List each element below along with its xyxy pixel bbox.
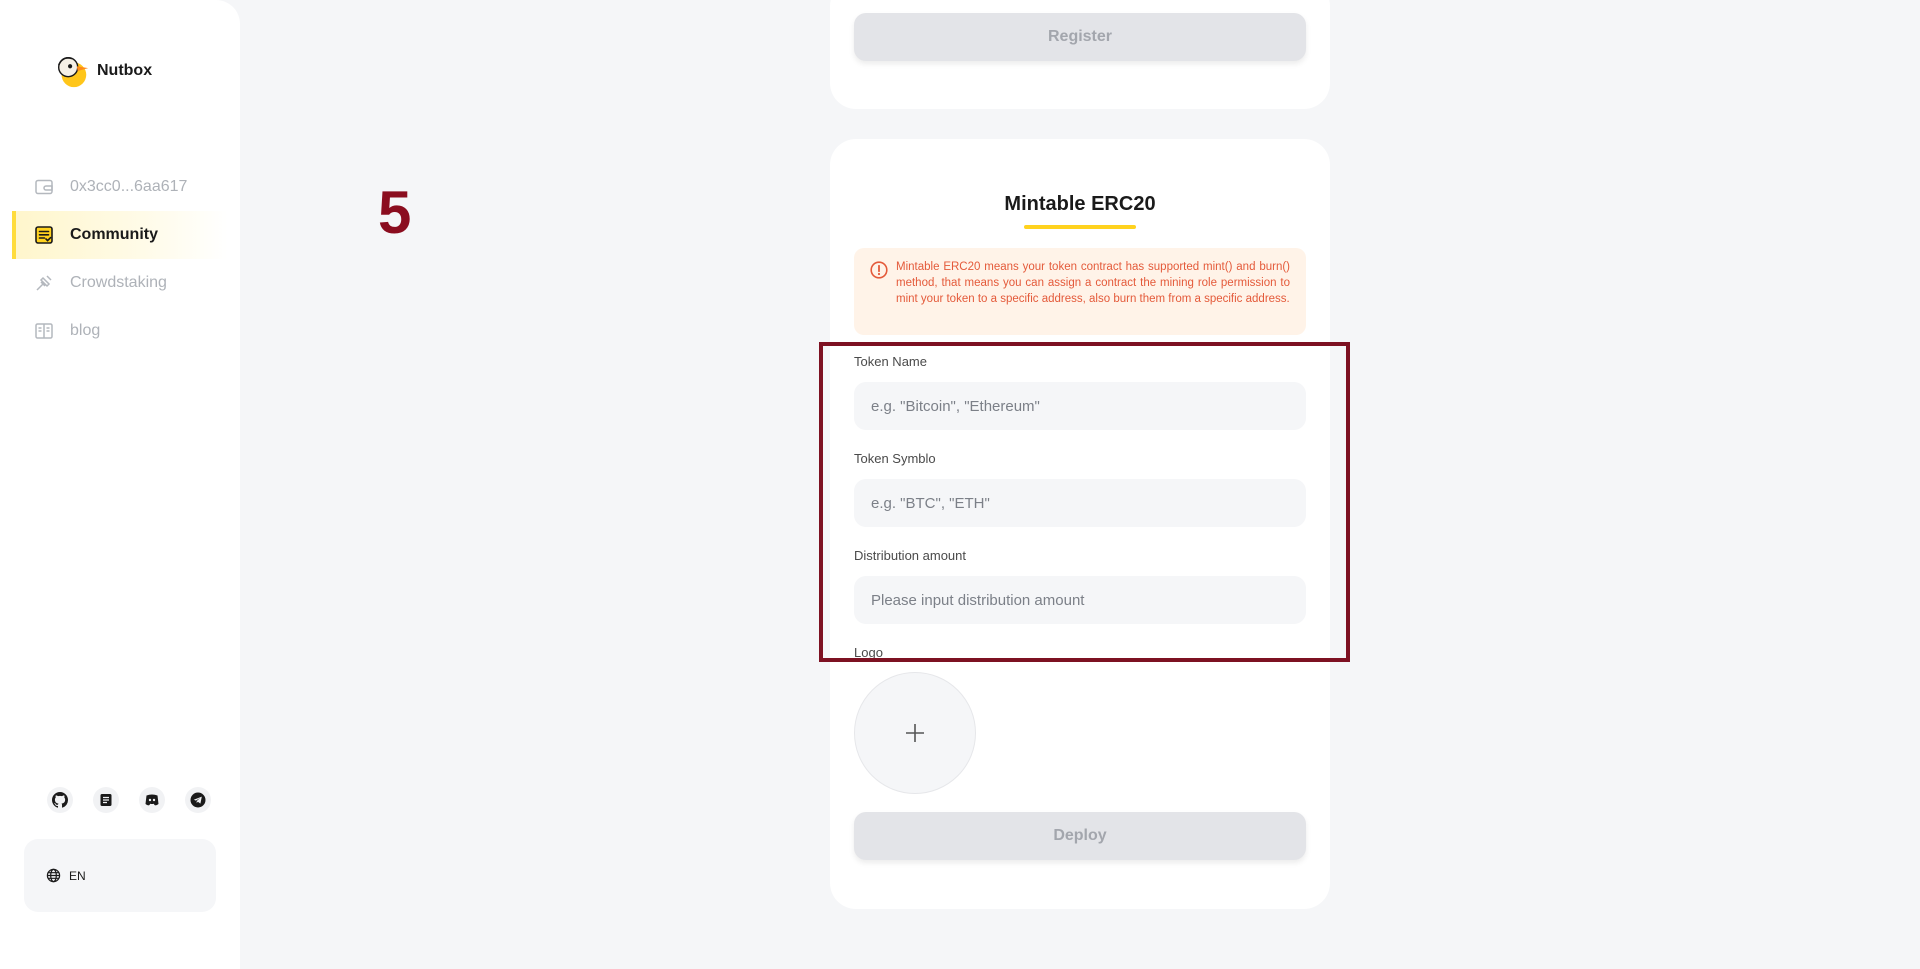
warning-text: Mintable ERC20 means your token contract…	[896, 261, 1290, 305]
deploy-button[interactable]: Deploy	[854, 812, 1306, 860]
language-selector[interactable]: EN	[24, 839, 216, 912]
token-name-label: Token Name	[854, 354, 927, 369]
discord-icon	[145, 794, 159, 806]
distribution-amount-input[interactable]	[854, 576, 1306, 624]
token-symbol-label: Token Symblo	[854, 451, 936, 466]
sidebar-item-community[interactable]: Community	[12, 211, 228, 259]
blog-icon	[35, 323, 53, 339]
sidebar-item-label: Crowdstaking	[70, 274, 167, 291]
app-name: Nutbox	[97, 62, 153, 79]
sidebar: Nutbox 0x3cc0...6aa617 Community Crowdst…	[0, 0, 240, 969]
sidebar-item-crowdstaking[interactable]: Crowdstaking	[12, 259, 228, 307]
wallet-icon	[35, 179, 53, 195]
sidebar-item-label: Community	[70, 226, 158, 243]
language-label: EN	[69, 868, 86, 883]
distribution-amount-label: Distribution amount	[854, 548, 966, 563]
nutbox-bird-icon	[57, 56, 89, 88]
plus-icon	[906, 724, 924, 742]
register-button[interactable]: Register	[854, 13, 1306, 61]
community-icon	[35, 226, 53, 244]
logo-upload-button[interactable]	[854, 672, 976, 794]
github-icon	[52, 792, 68, 808]
telegram-link[interactable]	[185, 787, 211, 813]
globe-icon	[46, 868, 61, 883]
social-links	[47, 787, 211, 813]
document-icon	[100, 794, 112, 806]
sidebar-item-label: 0x3cc0...6aa617	[70, 178, 188, 195]
docs-link[interactable]	[93, 787, 119, 813]
sidebar-item-label: blog	[70, 322, 101, 339]
crowdstaking-icon	[36, 275, 52, 291]
register-card: Register	[830, 0, 1330, 109]
step-number-marker: 5	[378, 179, 412, 246]
sidebar-item-wallet[interactable]: 0x3cc0...6aa617	[12, 163, 228, 211]
warning-notice: Mintable ERC20 means your token contract…	[854, 248, 1306, 335]
token-name-input[interactable]	[854, 382, 1306, 430]
github-link[interactable]	[47, 787, 73, 813]
logo-label: Logo	[854, 645, 883, 660]
warning-icon	[870, 261, 888, 279]
title-underline	[1024, 225, 1136, 229]
sidebar-item-blog[interactable]: blog	[12, 307, 228, 355]
discord-link[interactable]	[139, 787, 165, 813]
card-title: Mintable ERC20	[1004, 193, 1156, 215]
nutbox-logo[interactable]: Nutbox	[53, 52, 152, 90]
sidebar-nav: 0x3cc0...6aa617 Community Crowdstaking b…	[12, 163, 228, 355]
telegram-icon	[190, 792, 206, 808]
mintable-erc20-card: Mintable ERC20 Mintable ERC20 means your…	[830, 139, 1330, 909]
token-symbol-input[interactable]	[854, 479, 1306, 527]
